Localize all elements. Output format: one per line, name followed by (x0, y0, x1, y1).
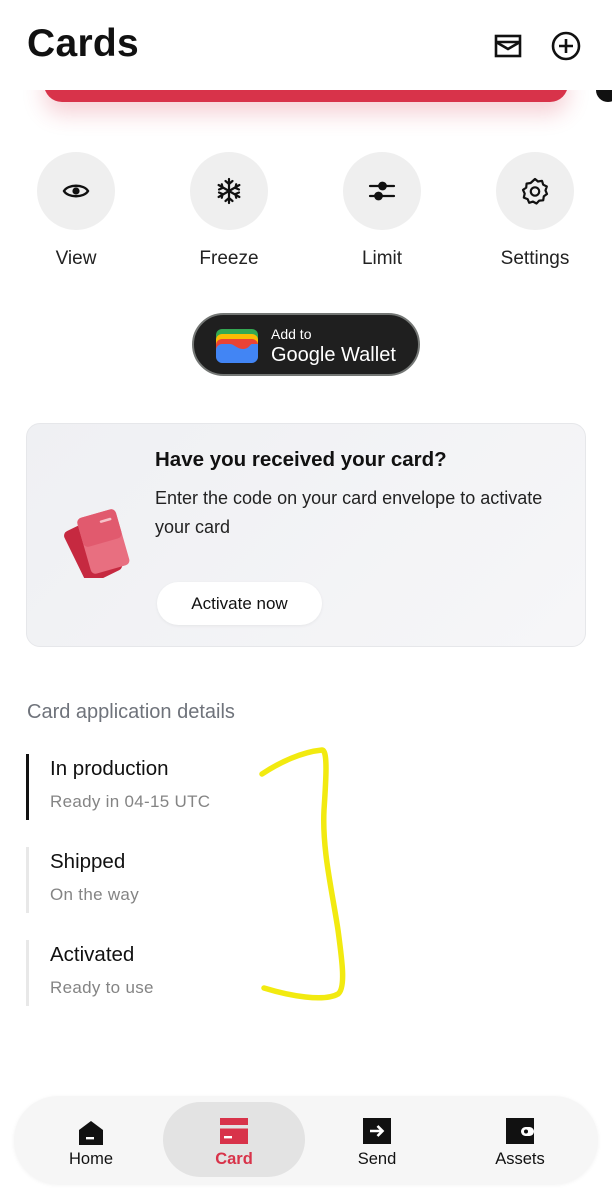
nav-card-label: Card (215, 1150, 253, 1168)
settings-label: Settings (500, 248, 570, 269)
freeze-button[interactable] (190, 152, 268, 230)
bottom-navigation: Home Card Send Assets (14, 1096, 598, 1184)
nav-home[interactable]: Home (20, 1102, 162, 1177)
step-title: In production (50, 757, 169, 780)
send-icon (363, 1118, 391, 1146)
nav-assets[interactable]: Assets (449, 1102, 591, 1177)
wallet-line1: Add to (271, 326, 312, 342)
wallet-line2: Google Wallet (271, 344, 396, 366)
freeze-action[interactable]: Freeze (189, 152, 269, 269)
step-indicator (26, 754, 29, 820)
limit-button[interactable] (343, 152, 421, 230)
limit-action[interactable]: Limit (342, 152, 422, 269)
application-section-title: Card application details (27, 701, 235, 723)
step-activated: Activated Ready to use (26, 940, 326, 1006)
top-header: Cards (0, 0, 612, 90)
nav-assets-label: Assets (495, 1150, 545, 1168)
google-wallet-icon (216, 329, 258, 363)
step-title: Activated (50, 943, 135, 966)
activate-description: Enter the code on your card envelope to … (155, 488, 543, 537)
gear-icon (521, 177, 549, 205)
add-to-google-wallet-button[interactable]: Add to Google Wallet (192, 313, 420, 376)
snowflake-icon (217, 177, 241, 205)
eye-icon (62, 184, 90, 198)
view-button[interactable] (37, 152, 115, 230)
step-shipped: Shipped On the way (26, 847, 326, 913)
nav-send[interactable]: Send (306, 1102, 448, 1177)
home-icon (77, 1118, 105, 1146)
step-title: Shipped (50, 850, 126, 873)
add-circle-icon[interactable] (550, 30, 582, 62)
step-indicator (26, 847, 29, 913)
inbox-icon[interactable] (492, 30, 524, 62)
step-indicator (26, 940, 29, 1006)
activate-now-button[interactable]: Activate now (157, 582, 322, 625)
activate-title: Have you received your card? (155, 448, 447, 471)
nav-card[interactable]: Card (163, 1102, 305, 1177)
nav-send-label: Send (357, 1150, 397, 1168)
step-subtitle: Ready to use (50, 978, 154, 997)
sliders-icon (368, 181, 396, 201)
card-icon (220, 1118, 248, 1146)
nav-home-label: Home (68, 1150, 113, 1168)
red-cards-illustration (64, 509, 130, 578)
step-subtitle: Ready in 04-15 UTC (50, 792, 211, 811)
freeze-label: Freeze (199, 248, 259, 269)
settings-action[interactable]: Settings (495, 152, 575, 269)
wallet-icon (506, 1118, 534, 1146)
limit-label: Limit (361, 248, 403, 269)
page-title: Cards (27, 22, 140, 65)
step-subtitle: On the way (50, 885, 139, 904)
step-in-production: In production Ready in 04-15 UTC (26, 754, 326, 820)
view-action[interactable]: View (36, 152, 116, 269)
settings-button[interactable] (496, 152, 574, 230)
view-label: View (55, 248, 97, 269)
activate-card-panel: Have you received your card? Enter the c… (26, 423, 586, 647)
